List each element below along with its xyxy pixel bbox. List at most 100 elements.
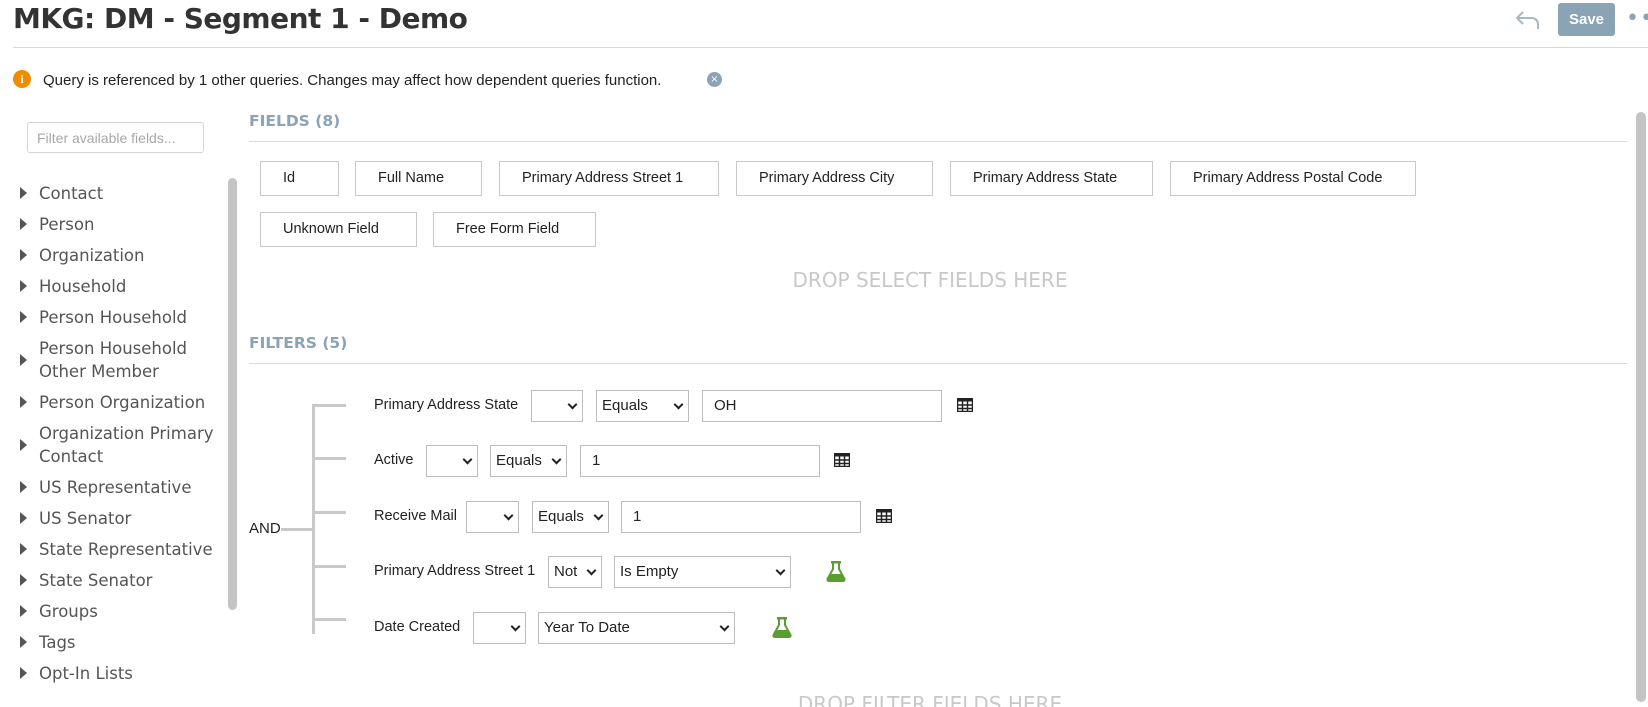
filter-operator-select[interactable]: Equals: [532, 501, 609, 533]
filter-operator-select[interactable]: Year To Date: [538, 612, 735, 644]
tree-item-person-organization[interactable]: Person Organization: [18, 391, 218, 414]
undo-button[interactable]: [1513, 7, 1541, 33]
tree-item-person[interactable]: Person: [18, 213, 218, 236]
tree-item-household[interactable]: Household: [18, 275, 218, 298]
caret-right-icon: [20, 396, 27, 408]
table-icon[interactable]: [834, 453, 850, 467]
info-icon: i: [13, 70, 31, 88]
filter-value-input[interactable]: 1: [580, 445, 820, 477]
chevron-down-icon: [510, 621, 521, 632]
sidebar-scrollbar[interactable]: [228, 178, 237, 610]
caret-right-icon: [20, 543, 27, 555]
field-sidebar: Contact Person Organization Household Pe…: [0, 110, 240, 707]
filter-modifier-select[interactable]: [426, 445, 478, 477]
field-chip[interactable]: Primary Address City: [736, 161, 933, 196]
flask-icon[interactable]: [826, 560, 846, 582]
tree-item-person-household[interactable]: Person Household: [18, 306, 218, 329]
caret-right-icon: [20, 512, 27, 524]
chevron-down-icon: [775, 565, 786, 576]
chevron-down-icon: [719, 621, 730, 632]
chevron-down-icon: [567, 399, 578, 410]
filter-field-label: Primary Address Street 1: [374, 563, 536, 579]
caret-right-icon: [20, 311, 27, 323]
filter-field-label: Active: [374, 452, 414, 468]
caret-right-icon: [20, 218, 27, 230]
caret-right-icon: [20, 481, 27, 493]
field-chip[interactable]: Free Form Field: [433, 212, 596, 247]
connector-line: [312, 511, 346, 514]
flask-icon[interactable]: [772, 616, 792, 638]
filter-modifier-select[interactable]: [531, 390, 583, 422]
query-builder: FIELDS (8) Id Full Name Primary Address …: [240, 110, 1648, 707]
fields-divider: [249, 141, 1627, 142]
field-chip[interactable]: Full Name: [355, 161, 482, 196]
filters-section-title: FILTERS (5): [249, 334, 348, 352]
filter-fields-input[interactable]: [27, 122, 204, 153]
connector-line: [312, 457, 346, 460]
more-options-icon[interactable]: •••: [1626, 6, 1648, 32]
page-header: MKG: DM - Segment 1 - Demo Save •••: [0, 0, 1648, 48]
connector-line: [312, 565, 346, 568]
conjunction-label[interactable]: AND: [249, 520, 281, 537]
chevron-down-icon: [586, 565, 597, 576]
field-chip[interactable]: Id: [260, 161, 339, 196]
caret-right-icon: [20, 439, 27, 451]
tree-item-groups[interactable]: Groups: [18, 600, 218, 623]
caret-right-icon: [20, 667, 27, 679]
filter-modifier-select[interactable]: Not: [548, 556, 602, 588]
field-chip[interactable]: Unknown Field: [260, 212, 417, 247]
main-scrollbar[interactable]: [1636, 112, 1646, 702]
connector-line: [312, 618, 346, 621]
alert-message: Query is referenced by 1 other queries. …: [43, 72, 662, 89]
field-chip[interactable]: Primary Address Street 1: [499, 161, 719, 196]
chevron-down-icon: [462, 454, 473, 465]
filter-operator-select[interactable]: Equals: [490, 445, 567, 477]
page-title: MKG: DM - Segment 1 - Demo: [13, 2, 468, 35]
filter-value-input[interactable]: 1: [621, 501, 861, 533]
filter-operator-select[interactable]: Is Empty: [614, 556, 791, 588]
tree-item-organization[interactable]: Organization: [18, 244, 218, 267]
caret-right-icon: [20, 605, 27, 617]
filter-field-label: Primary Address State: [374, 397, 519, 413]
tree-item-us-representative[interactable]: US Representative: [18, 476, 218, 499]
tree-item-us-senator[interactable]: US Senator: [18, 507, 218, 530]
chevron-down-icon: [551, 454, 562, 465]
tree-item-state-senator[interactable]: State Senator: [18, 569, 218, 592]
table-icon[interactable]: [876, 509, 892, 523]
tree-item-state-representative[interactable]: State Representative: [18, 538, 218, 561]
caret-right-icon: [20, 249, 27, 261]
connector-line: [312, 405, 315, 634]
caret-right-icon: [20, 574, 27, 586]
save-button[interactable]: Save: [1558, 3, 1615, 36]
filter-modifier-select[interactable]: [473, 612, 526, 644]
filters-divider: [249, 363, 1627, 364]
table-icon[interactable]: [957, 398, 973, 412]
undo-icon: [1515, 11, 1539, 29]
fields-section-title: FIELDS (8): [249, 112, 341, 130]
tree-item-contact[interactable]: Contact: [18, 182, 218, 205]
chevron-down-icon: [673, 399, 684, 410]
header-divider: [13, 47, 1648, 48]
field-chip[interactable]: Primary Address State: [950, 161, 1153, 196]
filter-value-input[interactable]: OH: [702, 390, 942, 422]
caret-right-icon: [20, 354, 27, 366]
filter-field-label: Date Created: [374, 619, 461, 635]
tree-item-opt-in-lists[interactable]: Opt-In Lists: [18, 662, 218, 685]
tree-item-organization-primary-contact[interactable]: Organization Primary Contact: [18, 422, 218, 468]
chevron-down-icon: [503, 510, 514, 521]
caret-right-icon: [20, 636, 27, 648]
field-chip[interactable]: Primary Address Postal Code: [1170, 161, 1416, 196]
filter-modifier-select[interactable]: [466, 501, 519, 533]
select-fields-drop-zone[interactable]: DROP SELECT FIELDS HERE: [240, 268, 1620, 292]
tree-item-tags[interactable]: Tags: [18, 631, 218, 654]
caret-right-icon: [20, 280, 27, 292]
connector-line: [312, 404, 346, 407]
close-icon[interactable]: ×: [707, 72, 722, 87]
filter-field-label: Receive Mail: [374, 508, 457, 524]
chevron-down-icon: [593, 510, 604, 521]
filter-operator-select[interactable]: Equals: [596, 390, 689, 422]
tree-item-person-household-other-member[interactable]: Person Household Other Member: [18, 337, 218, 383]
connector-line: [281, 528, 313, 531]
filter-fields-drop-zone[interactable]: DROP FILTER FIELDS HERE: [240, 692, 1620, 707]
caret-right-icon: [20, 187, 27, 199]
